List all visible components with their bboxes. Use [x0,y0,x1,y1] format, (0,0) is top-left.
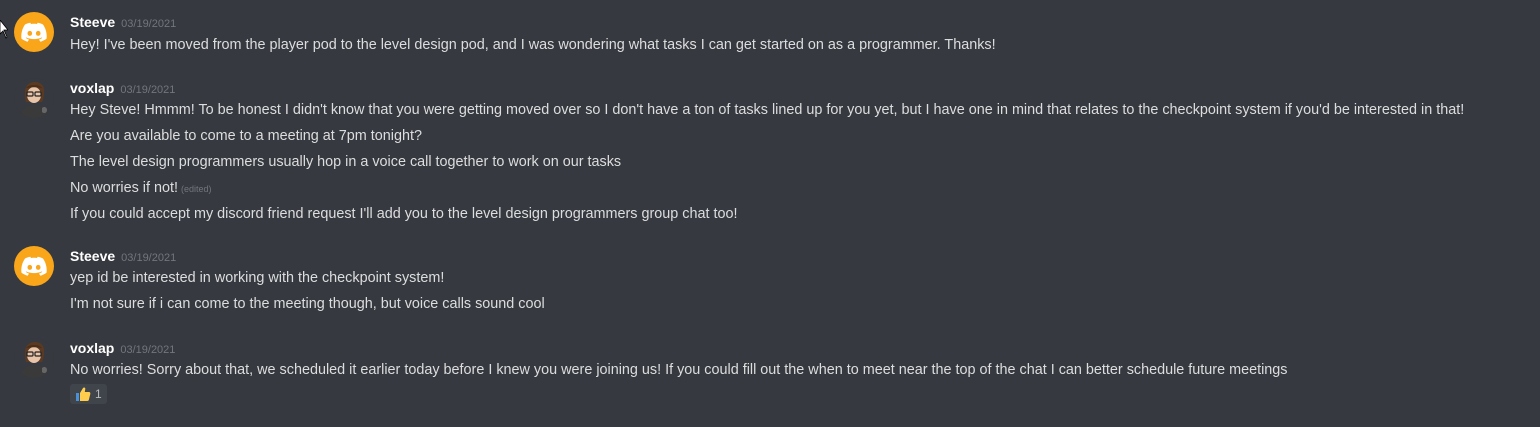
username[interactable]: voxlap [70,80,114,96]
discord-logo-icon [21,256,47,276]
message-text: yep id be interested in working with the… [70,270,445,286]
reaction-count: 1 [95,387,102,401]
message-text: No worries! Sorry about that, we schedul… [70,362,1288,378]
timestamp: 03/19/2021 [120,84,176,96]
timestamp: 03/19/2021 [121,252,177,264]
message-header: voxlap 03/19/2021 [70,338,175,358]
message-text: Hey! I've been moved from the player pod… [70,37,996,53]
message-text: The level design programmers usually hop… [70,154,622,170]
reaction-button[interactable]: 1 [70,384,107,404]
message-text: No worries if not! (edited) [70,178,211,199]
username[interactable]: voxlap [70,340,114,356]
message-header: Steeve 03/19/2021 [70,12,176,32]
timestamp: 03/19/2021 [120,344,176,356]
username[interactable]: Steeve [70,248,115,264]
message-header: voxlap 03/19/2021 [70,78,175,98]
user-photo-avatar-icon [14,338,54,378]
thumbs-up-icon [76,387,91,401]
message-text: I'm not sure if i can come to the meetin… [70,296,545,312]
avatar[interactable] [14,12,54,52]
user-photo-avatar-icon [14,78,54,118]
username[interactable]: Steeve [70,14,115,30]
message-text-content: No worries if not! [70,180,178,196]
message-text: If you could accept my discord friend re… [70,206,738,222]
edited-label: (edited) [180,184,212,194]
mouse-cursor-icon [0,20,8,39]
avatar[interactable] [14,246,54,286]
message-header: Steeve 03/19/2021 [70,246,176,266]
message-text: Are you available to come to a meeting a… [70,128,422,144]
discord-logo-icon [21,22,47,42]
timestamp: 03/19/2021 [121,18,177,30]
message-text: Hey Steve! Hmmm! To be honest I didn't k… [70,102,1465,118]
avatar[interactable] [14,338,54,378]
avatar[interactable] [14,78,54,118]
